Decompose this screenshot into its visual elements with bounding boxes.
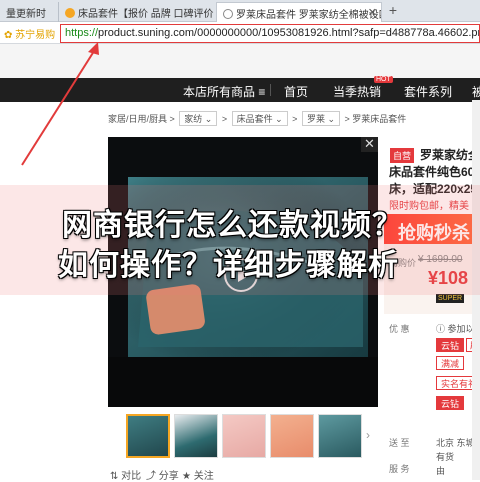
nav-home[interactable]: 首页 [284,83,308,100]
stock-status: 有货 [436,452,455,462]
promo-tag[interactable]: 云钻 [436,396,465,410]
breadcrumb-root[interactable]: 家居/日用/厨具 [108,114,167,124]
service-label: 服 务 [389,464,410,474]
close-video-icon[interactable]: ✕ [361,137,378,152]
nav-sets[interactable]: 套件系列 [404,83,452,100]
promo-tag[interactable]: 满减 [436,356,465,370]
url-path: product.suning.com/0000000000/1095308192… [98,27,480,39]
browser-tab[interactable]: 量更新时 [0,2,58,22]
tab-label: 量更新时 [6,9,46,20]
star-icon: ★ [182,471,191,482]
promo-section-label: 优 惠 [389,324,410,334]
browser-tab-active[interactable]: 罗莱床品套件 罗莱家纺全棉被设四 ✕ [216,2,382,22]
store-nav-bar: 本店所有商品 ≡ 首页 当季热销 套件系列 被 [0,78,480,102]
site-shortcut[interactable]: ✿ 苏宁易购 [4,26,55,41]
browser-tab[interactable]: 床品套件【报价 品牌 口碑评价 测评 [58,2,216,22]
service-text: 由 [436,466,446,476]
hot-badge: HOT [374,76,393,83]
address-bar-row: ✿ 苏宁易购 https://product.suning.com/000000… [0,22,480,44]
compare-label: 对比 [121,471,142,482]
ship-to-label: 送 至 [389,438,410,448]
site-header-strip [0,44,480,78]
nav-more[interactable]: 被 [472,83,480,100]
self-operated-badge: 自营 [390,148,415,163]
breadcrumb-level3[interactable]: 床品套件 ⌄ [231,111,288,126]
url-scheme: https:// [65,27,99,39]
overlay-caption: 如何操作？详细步骤解析 [58,249,399,282]
share-icon: ⤴ [146,471,156,482]
chevron-right-icon[interactable]: › [366,428,376,444]
product-thumbnail[interactable] [126,414,170,458]
breadcrumb-level2[interactable]: 家纺 ⌄ [179,111,218,126]
product-thumbnail[interactable] [270,414,314,458]
tab-label: 罗莱床品套件 罗莱家纺全棉被设四 [236,10,382,21]
product-title: 罗莱家纺全棉 [420,148,480,162]
site-favicon-icon [65,8,75,18]
breadcrumb: 家居/日用/厨具 > 家纺 ⌄ > 床品套件 ⌄ > 罗莱 ⌄ > 罗莱床品套件 [108,111,406,126]
nav-all-products[interactable]: 本店所有商品 ≡ [183,83,265,100]
new-tab-icon[interactable]: + [386,3,400,18]
follow-label: 关注 [193,471,214,482]
breadcrumb-current: 罗莱床品套件 [352,114,407,124]
tab-label: 床品套件【报价 品牌 口碑评价 测评 [78,9,216,20]
product-thumbnail[interactable] [318,414,362,458]
nav-divider [270,84,271,96]
star-icon: ✿ [4,30,13,41]
globe-icon [223,9,233,19]
share-label: 分享 [158,471,179,482]
compare-icon: ⇅ [110,471,119,482]
site-shortcut-label: 苏宁易购 [15,30,56,41]
info-icon: ⓘ [436,324,446,334]
url-input[interactable]: https://product.suning.com/0000000000/10… [60,24,480,43]
product-thumbnail[interactable] [222,414,266,458]
promo-tag[interactable]: 云钻 [436,338,465,352]
nav-hot-sales[interactable]: 当季热销 [333,83,381,100]
super-member-badge: SUPER [436,294,465,303]
overlay-caption: 网商银行怎么还款视频？ [62,209,403,242]
close-tab-icon[interactable]: ✕ [368,6,377,19]
breadcrumb-brand[interactable]: 罗莱 ⌄ [301,111,340,126]
product-title-line: 床品套件纯色60支 [389,165,480,179]
product-thumbnail[interactable] [174,414,218,458]
browser-tab-bar: 量更新时 床品套件【报价 品牌 口碑评价 测评 罗莱床品套件 罗莱家纺全棉被设四… [0,0,480,22]
